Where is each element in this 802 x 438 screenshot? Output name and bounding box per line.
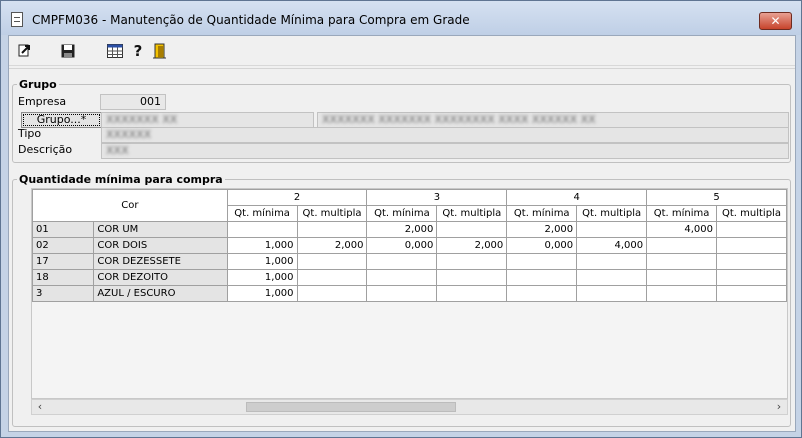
qt-minima-cell[interactable]: 0,000: [506, 237, 578, 254]
exit-icon[interactable]: [16, 42, 34, 60]
qt-minima-cell[interactable]: 1,000: [226, 253, 298, 270]
qt-multipla-cell[interactable]: [576, 269, 648, 286]
save-icon[interactable]: [59, 42, 77, 60]
toolbar: ?: [9, 36, 795, 66]
empresa-label: Empresa: [18, 95, 67, 108]
window-title: CMPFM036 - Manutenção de Quantidade Míni…: [32, 13, 470, 27]
qt-multipla-cell[interactable]: [715, 253, 787, 270]
qt-minima-cell[interactable]: [506, 253, 578, 270]
qt-minima-cell[interactable]: 1,000: [226, 285, 298, 302]
quantidade-legend: Quantidade mínima para compra: [19, 173, 223, 186]
qt-multipla-cell[interactable]: [436, 285, 508, 302]
table-row[interactable]: 01 COR UM 2,000 2,000 4,000: [32, 221, 787, 238]
qt-multipla-cell[interactable]: [296, 285, 368, 302]
qt-minima-cell[interactable]: [646, 253, 717, 270]
qt-multipla-cell[interactable]: [715, 269, 787, 286]
qt-minima-header[interactable]: Qt. mínima: [366, 205, 438, 222]
grupo-button[interactable]: Grupo...*: [21, 112, 102, 128]
qt-multipla-header[interactable]: Qt. multipla: [436, 205, 508, 222]
color-name-cell[interactable]: COR DEZOITO: [93, 269, 228, 286]
qt-multipla-cell[interactable]: [296, 253, 368, 270]
toolbar-separator: [9, 68, 795, 69]
size-header[interactable]: 3: [366, 189, 508, 206]
qt-multipla-cell[interactable]: [436, 221, 508, 238]
table-row[interactable]: 17 COR DEZESSETE 1,000: [32, 253, 787, 270]
document-icon: [11, 12, 23, 27]
qt-minima-cell[interactable]: [366, 253, 438, 270]
scroll-left-arrow[interactable]: ‹: [32, 400, 48, 414]
qt-minima-cell[interactable]: 4,000: [646, 221, 717, 238]
qt-multipla-cell[interactable]: 2,000: [436, 237, 508, 254]
qt-minima-cell[interactable]: [366, 285, 438, 302]
qt-minima-cell[interactable]: [646, 269, 717, 286]
qt-multipla-header[interactable]: Qt. multipla: [715, 205, 787, 222]
qt-multipla-cell[interactable]: [436, 253, 508, 270]
scroll-thumb[interactable]: [246, 402, 456, 412]
qt-minima-header[interactable]: Qt. mínima: [226, 205, 298, 222]
tipo-label: Tipo: [18, 127, 42, 140]
color-name-cell[interactable]: COR DEZESSETE: [93, 253, 228, 270]
qt-minima-cell[interactable]: [506, 285, 578, 302]
qt-multipla-cell[interactable]: [296, 269, 368, 286]
qt-multipla-cell[interactable]: 4,000: [576, 237, 648, 254]
qt-multipla-cell[interactable]: [576, 285, 648, 302]
grupo-legend: Grupo: [19, 78, 57, 91]
descricao-field[interactable]: XXX: [101, 143, 789, 159]
descricao-label: Descrição: [18, 143, 73, 156]
grid-body: 01 COR UM 2,000 2,000 4,000 02 COR DOIS 1,000 2,…: [32, 221, 787, 302]
qt-multipla-header[interactable]: Qt. multipla: [576, 205, 648, 222]
size-header[interactable]: 4: [506, 189, 648, 206]
title-bar[interactable]: CMPFM036 - Manutenção de Quantidade Míni…: [1, 1, 801, 35]
size-header[interactable]: 5: [646, 189, 787, 206]
qt-multipla-cell[interactable]: [576, 221, 648, 238]
color-name-cell[interactable]: COR DOIS: [93, 237, 228, 254]
grid-icon[interactable]: [106, 42, 124, 60]
qt-multipla-cell[interactable]: [296, 221, 368, 238]
horizontal-scrollbar[interactable]: ‹ ›: [31, 399, 788, 415]
grupo-code-field[interactable]: XXXXXXX XX: [101, 112, 314, 128]
table-row[interactable]: 02 COR DOIS 1,000 2,000 0,000 2,000 0,000 4,000: [32, 237, 787, 254]
grupo-name-field[interactable]: XXXXXXX XXXXXXX XXXXXXXX XXXX XXXXXX XX: [317, 112, 789, 128]
qt-minima-cell[interactable]: 2,000: [366, 221, 438, 238]
color-name-cell[interactable]: COR UM: [93, 221, 228, 238]
qt-multipla-cell[interactable]: [436, 269, 508, 286]
scroll-right-arrow[interactable]: ›: [771, 400, 787, 414]
color-code-cell[interactable]: 3: [32, 285, 95, 302]
empresa-field[interactable]: 001: [100, 94, 166, 110]
qt-minima-cell[interactable]: [226, 221, 298, 238]
qt-minima-cell[interactable]: [506, 269, 578, 286]
client-area: ? Grupo Empresa 001 Grupo...* XXXXXXX XX…: [8, 35, 796, 432]
table-row[interactable]: 18 COR DEZOITO 1,000: [32, 269, 787, 286]
qt-multipla-cell[interactable]: [715, 285, 787, 302]
quantity-grid[interactable]: Cor 2 3 4 5 Qt. mínima Qt. multipla Qt. mí…: [31, 188, 788, 399]
tipo-field[interactable]: XXXXXX: [101, 127, 789, 143]
main-window: CMPFM036 - Manutenção de Quantidade Míni…: [0, 0, 802, 438]
qt-multipla-header[interactable]: Qt. multipla: [296, 205, 368, 222]
color-code-cell[interactable]: 02: [32, 237, 95, 254]
qt-minima-header[interactable]: Qt. mínima: [506, 205, 578, 222]
qt-minima-cell[interactable]: 0,000: [366, 237, 438, 254]
qt-minima-cell[interactable]: 1,000: [226, 269, 298, 286]
cor-header[interactable]: Cor: [32, 189, 228, 222]
qt-minima-header[interactable]: Qt. mínima: [646, 205, 717, 222]
qt-multipla-cell[interactable]: 2,000: [296, 237, 368, 254]
close-button[interactable]: ✕: [759, 12, 792, 30]
color-code-cell[interactable]: 18: [32, 269, 95, 286]
help-icon[interactable]: ?: [129, 42, 147, 60]
qt-minima-cell[interactable]: [646, 285, 717, 302]
qt-minima-cell[interactable]: 1,000: [226, 237, 298, 254]
color-code-cell[interactable]: 01: [32, 221, 95, 238]
table-row[interactable]: 3 AZUL / ESCURO 1,000: [32, 285, 787, 302]
qt-multipla-cell[interactable]: [715, 237, 787, 254]
qt-multipla-cell[interactable]: [715, 221, 787, 238]
color-code-cell[interactable]: 17: [32, 253, 95, 270]
qt-minima-cell[interactable]: 2,000: [506, 221, 578, 238]
quantity-table: Cor 2 3 4 5 Qt. mínima Qt. multipla Qt. mí…: [32, 189, 787, 302]
color-name-cell[interactable]: AZUL / ESCURO: [93, 285, 228, 302]
qt-minima-cell[interactable]: [646, 237, 717, 254]
qt-minima-cell[interactable]: [366, 269, 438, 286]
door-icon[interactable]: [151, 42, 169, 60]
size-header[interactable]: 2: [226, 189, 368, 206]
qt-multipla-cell[interactable]: [576, 253, 648, 270]
